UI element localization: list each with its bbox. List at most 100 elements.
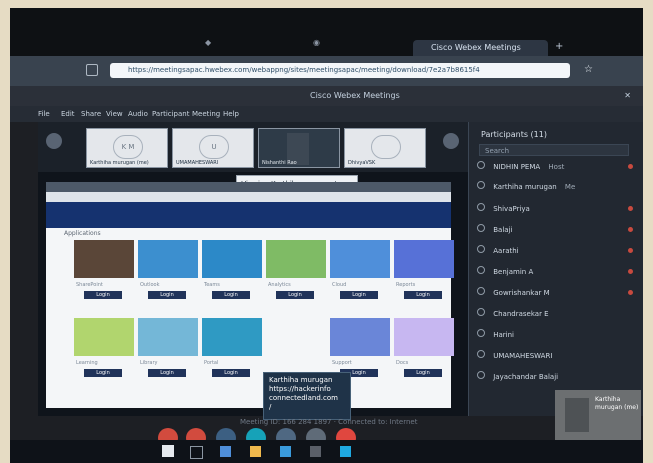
participant-row[interactable]: Karthiha murugan Me	[477, 180, 639, 194]
video-thumb[interactable]: K M Karthiha murugan (me)	[86, 128, 168, 168]
participant-name: NIDHIN PEMA	[493, 163, 541, 171]
login-button[interactable]: Login	[276, 291, 314, 299]
inactive-tab[interactable]: ◆	[205, 38, 211, 56]
taskbar-app-icon[interactable]	[220, 446, 231, 457]
participant-row[interactable]: Harini	[477, 328, 639, 342]
participant-row[interactable]: Jayachandar Balaji	[477, 370, 639, 384]
taskbar-app-icon[interactable]	[340, 446, 351, 457]
participant-row[interactable]: Chandrasekar E	[477, 307, 639, 321]
login-button[interactable]: Login	[212, 369, 250, 377]
participant-icon	[477, 224, 485, 232]
tooltip-line: https://hackerinfo	[269, 385, 331, 393]
monitor-screen: ◆ ◉ Cisco Webex Meetings + https://meeti…	[10, 8, 643, 463]
section-label: Applications	[64, 230, 101, 237]
participant-name: Balaji	[493, 226, 513, 234]
login-button[interactable]: Login	[84, 369, 122, 377]
video-thumb[interactable]: Nishanthi Rao	[258, 128, 340, 168]
app-label: Learning	[76, 360, 98, 366]
app-card[interactable]: SharePoint Login	[74, 240, 134, 300]
task-view-icon[interactable]	[190, 446, 203, 459]
app-image	[74, 318, 134, 356]
app-label: Docs	[396, 360, 409, 366]
participant-row[interactable]: Gowrishankar M	[477, 286, 639, 300]
browser-active-tab[interactable]: Cisco Webex Meetings	[413, 40, 548, 56]
login-button[interactable]: Login	[340, 291, 378, 299]
login-button[interactable]: Login	[404, 369, 442, 377]
share-tooltip: Karthiha murugan https://hackerinfo conn…	[263, 372, 351, 420]
mic-muted-icon	[628, 269, 633, 274]
participant-row[interactable]: Balaji	[477, 223, 639, 237]
app-label: Portal	[204, 360, 219, 366]
taskbar-app-icon[interactable]	[310, 446, 321, 457]
scroll-right-button[interactable]	[443, 133, 459, 149]
mic-muted-icon	[628, 248, 633, 253]
url-field[interactable]: https://meetingsapac.hwebex.com/webappng…	[110, 63, 570, 78]
app-label: Cloud	[332, 282, 347, 288]
menu-help[interactable]: Help	[223, 106, 239, 122]
app-image	[138, 318, 198, 356]
app-label: Outlook	[140, 282, 160, 288]
window-close-icon[interactable]: ✕	[624, 86, 631, 106]
app-label: Support	[332, 360, 352, 366]
app-card[interactable]: Learning Login	[74, 318, 134, 378]
scroll-left-button[interactable]	[46, 133, 62, 149]
app-image	[266, 240, 326, 278]
video-thumb[interactable]: U UMAMAHESWARI	[172, 128, 254, 168]
app-card[interactable]: Docs Login	[394, 318, 454, 378]
mic-muted-icon	[628, 206, 633, 211]
app-image	[330, 240, 390, 278]
login-button[interactable]: Login	[404, 291, 442, 299]
participant-row[interactable]: NIDHIN PEMA Host	[477, 160, 639, 174]
app-card[interactable]: Analytics Login	[266, 240, 326, 300]
tooltip-line: Karthiha murugan	[269, 376, 333, 384]
inactive-tab[interactable]: ◉	[313, 38, 320, 56]
menu-audio[interactable]: Audio	[128, 106, 148, 122]
menu-participant[interactable]: Participant	[152, 106, 189, 122]
login-button[interactable]: Login	[148, 291, 186, 299]
participant-name: Gowrishankar M	[493, 289, 550, 297]
login-button[interactable]: Login	[84, 291, 122, 299]
shared-addressbar	[46, 192, 451, 202]
shared-screen-stage: Viewing Karthiha murugan's s... Applicat…	[46, 175, 454, 448]
participant-name: Aarathi	[493, 247, 519, 255]
taskbar-app-icon[interactable]	[280, 446, 291, 457]
participant-status: Me	[564, 183, 576, 191]
start-button[interactable]	[162, 445, 174, 457]
app-image	[74, 240, 134, 278]
meeting-footer-text: Meeting ID: 166 284 1897 · Connected to:…	[240, 418, 418, 426]
video-thumb[interactable]: DhivyaVSK	[344, 128, 426, 168]
app-card[interactable]: Library Login	[138, 318, 198, 378]
app-card[interactable]: Support Login	[330, 318, 390, 378]
shield-icon[interactable]	[86, 64, 98, 76]
app-label: SharePoint	[76, 282, 103, 288]
participant-name: Jayachandar Balaji	[493, 373, 559, 381]
menu-meeting[interactable]: Meeting	[192, 106, 220, 122]
self-view-label: Karthiha murugan (me)	[595, 396, 639, 411]
menu-view[interactable]: View	[106, 106, 123, 122]
app-card[interactable]: Portal Login	[202, 318, 262, 378]
app-card[interactable]: Teams Login	[202, 240, 262, 300]
login-button[interactable]: Login	[212, 291, 250, 299]
login-button[interactable]: Login	[148, 369, 186, 377]
taskbar	[10, 440, 643, 463]
participant-row[interactable]: ShivaPriya	[477, 202, 639, 216]
self-view-video[interactable]: Karthiha murugan (me)	[555, 390, 641, 440]
taskbar-app-icon[interactable]	[250, 446, 261, 457]
menu-share[interactable]: Share	[81, 106, 101, 122]
menu-edit[interactable]: Edit	[61, 106, 75, 122]
menu-file[interactable]: File	[38, 106, 50, 122]
tooltip-line: /	[269, 403, 272, 411]
thumb-name: Nishanthi Rao	[262, 160, 297, 166]
bookmark-star-icon[interactable]: ☆	[584, 64, 593, 75]
app-card[interactable]: Cloud Login	[330, 240, 390, 300]
app-card[interactable]: Outlook Login	[138, 240, 198, 300]
participant-icon	[477, 350, 485, 358]
participant-icon	[477, 371, 485, 379]
participant-row[interactable]: Benjamin A	[477, 265, 639, 279]
participant-row[interactable]: UMAMAHESWARI	[477, 349, 639, 363]
app-card[interactable]: Reports Login	[394, 240, 454, 300]
participant-row[interactable]: Aarathi	[477, 244, 639, 258]
participant-search[interactable]: Search	[479, 144, 629, 156]
participants-panel: Participants (11) Search NIDHIN PEMA Hos…	[468, 122, 643, 416]
new-tab-icon[interactable]: +	[555, 41, 563, 52]
